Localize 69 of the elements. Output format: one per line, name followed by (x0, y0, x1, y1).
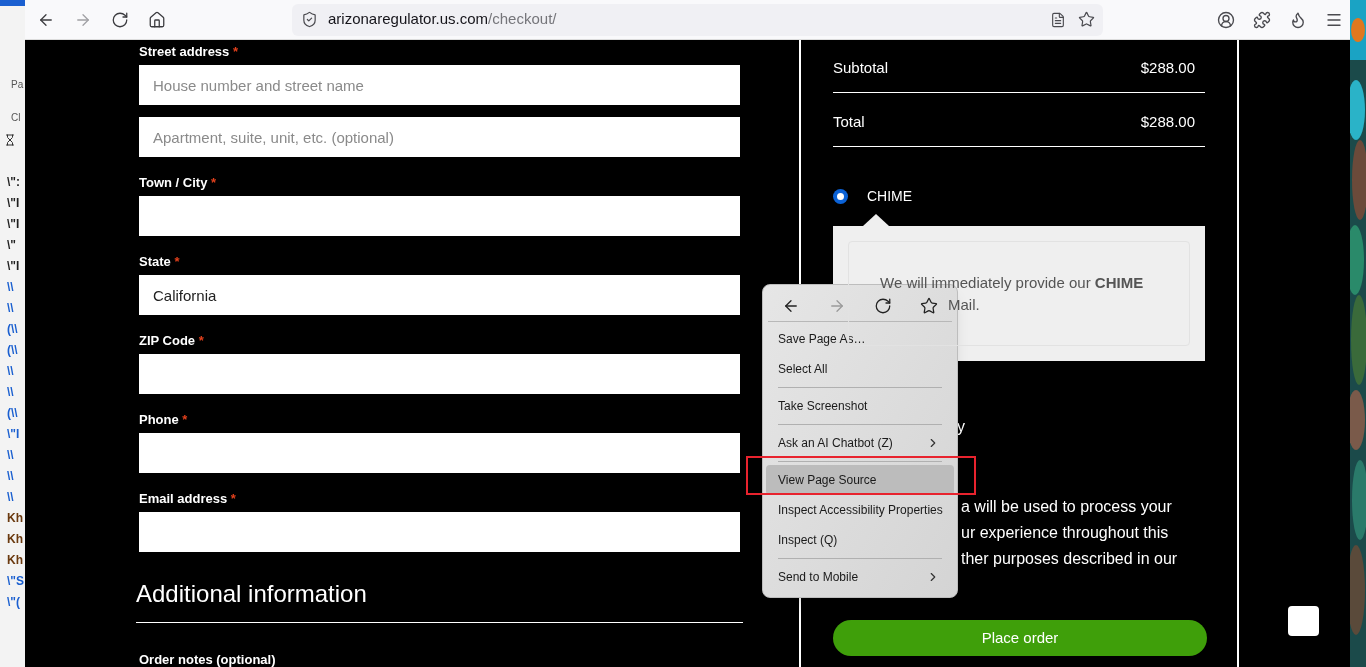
input-field[interactable] (139, 512, 740, 552)
section-heading: Additional information (136, 579, 368, 609)
field-label: Town / City * (139, 175, 218, 191)
privacy-text: ther purposes described in our (961, 549, 1179, 569)
field-label: State * (139, 254, 181, 270)
menu-item[interactable]: Send to Mobile (766, 562, 954, 592)
input-field[interactable]: California (139, 275, 740, 315)
flame-icon[interactable] (1289, 10, 1307, 29)
code-line: \"I (7, 195, 21, 212)
summary-amount: $288.00 (1140, 112, 1195, 131)
radio-button[interactable] (834, 189, 847, 203)
puzzle-icon[interactable] (1253, 10, 1271, 29)
address-bar[interactable]: arizonaregulator.us.com/checkout/ (292, 3, 1103, 36)
menu-item[interactable]: Select All (766, 354, 954, 384)
code-line: \"( (7, 594, 22, 611)
code-line: \\ (7, 279, 15, 296)
star-button[interactable] (919, 295, 939, 316)
field-label: Order notes (optional) (139, 652, 277, 667)
shield-icon (301, 11, 318, 28)
input-field[interactable] (139, 196, 740, 236)
menu-item[interactable]: Take Screenshot (766, 391, 954, 421)
summary-label: Subtotal (833, 58, 889, 77)
summary-amount: $288.00 (1140, 58, 1195, 77)
reader-view-icon[interactable] (1050, 11, 1066, 28)
url-text: arizonaregulator.us.com/checkout/ (328, 9, 557, 30)
code-line: \" (7, 237, 18, 254)
hourglass-icon (4, 132, 16, 148)
code-line: (\\ (7, 405, 19, 422)
field-label: Email address * (139, 491, 237, 507)
menu-item[interactable]: View Page Source (766, 465, 954, 495)
input-field[interactable]: Apartment, suite, unit, etc. (optional) (139, 117, 740, 157)
code-line: \\ (7, 363, 15, 380)
toolbar-label: Cl (10, 111, 22, 125)
payment-description: Mail. (948, 295, 981, 315)
code-line: \\ (7, 447, 15, 464)
code-line: \\ (7, 468, 15, 485)
code-line: Kh (7, 552, 24, 569)
input-field[interactable] (139, 354, 740, 394)
code-line: Kh (7, 531, 24, 548)
privacy-text: ur experience throughout this (961, 523, 1170, 543)
code-line: \"I (7, 216, 21, 233)
menu-item[interactable]: Ask an AI Chatbot (Z) (766, 428, 954, 458)
code-line: \"S (7, 573, 25, 590)
code-line: (\\ (7, 342, 19, 359)
code-line: (\\ (7, 321, 19, 338)
account-icon[interactable] (1217, 10, 1235, 29)
reload-button[interactable] (111, 10, 129, 29)
field-label: Street address * (139, 44, 239, 60)
field-label: ZIP Code * (139, 333, 205, 349)
input-field[interactable]: House number and street name (139, 65, 740, 105)
text-fragment: y (957, 417, 966, 437)
code-line: \\ (7, 489, 15, 506)
input-field[interactable] (139, 433, 740, 473)
payment-label: CHIME (867, 186, 913, 206)
field-label: Phone * (139, 412, 189, 428)
menu-item[interactable]: Inspect Accessibility Properties (766, 495, 954, 525)
menu-item[interactable]: Inspect (Q) (766, 525, 954, 555)
toolbar-label: Pa (10, 78, 25, 92)
summary-label: Total (833, 112, 865, 131)
code-line: \\ (7, 384, 15, 401)
payment-description: We will immediately provide our CHIME (880, 273, 1145, 293)
code-line: \"I (7, 258, 21, 275)
code-line: \": (7, 174, 22, 191)
star-icon[interactable] (1078, 11, 1095, 28)
privacy-text: a will be used to process your (961, 497, 1173, 517)
home-button[interactable] (148, 10, 166, 29)
code-line: \"I (7, 426, 21, 443)
code-line: Kh (7, 510, 24, 527)
code-line: \\ (7, 300, 15, 317)
